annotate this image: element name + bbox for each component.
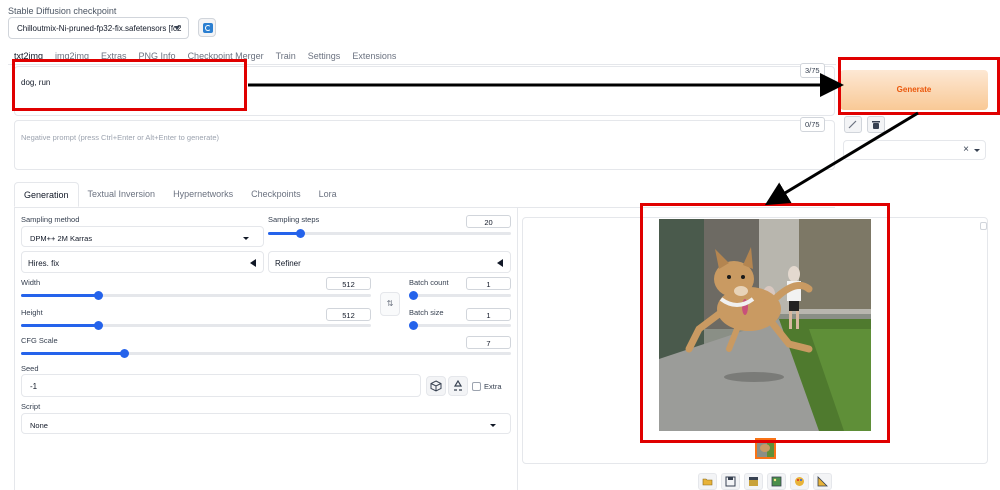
arrow-generate-to-image [764,111,919,206]
annotation-arrows [248,73,919,206]
